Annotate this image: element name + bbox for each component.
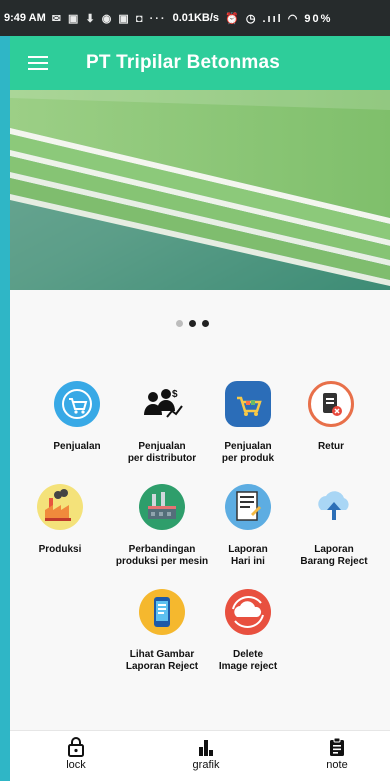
status-time: 9:49 AM bbox=[4, 12, 46, 24]
carousel-dot-3[interactable] bbox=[202, 320, 209, 327]
left-edge-strip bbox=[0, 0, 10, 781]
status-right-icons: ⏰ ◷ .ııl ◠ 90% bbox=[225, 12, 333, 25]
menu-label: Penjualan per distributor bbox=[127, 441, 197, 464]
menu-perbandingan-produksi[interactable]: Perbandingan produksi per mesin bbox=[112, 484, 212, 568]
carousel-dot-2[interactable] bbox=[189, 320, 196, 327]
menu-label: Retur bbox=[317, 441, 345, 452]
machine-factory-icon bbox=[139, 484, 185, 530]
menu-produksi[interactable]: Produksi bbox=[10, 484, 110, 556]
shopping-cart-icon bbox=[54, 381, 100, 427]
report-document-icon bbox=[225, 484, 271, 530]
bar-chart-icon bbox=[199, 740, 213, 756]
nav-grafik[interactable]: grafik bbox=[166, 731, 246, 781]
menu-label: Lihat Gambar Laporan Reject bbox=[125, 649, 199, 672]
clipboard-icon bbox=[330, 737, 344, 756]
lock-icon bbox=[68, 737, 84, 757]
nav-label-note: note bbox=[326, 759, 348, 771]
product-cart-icon bbox=[225, 381, 271, 427]
svg-text:$: $ bbox=[172, 389, 178, 400]
menu-delete-image-reject[interactable]: Delete Image reject bbox=[198, 589, 298, 673]
gypsum-boards-illustration bbox=[10, 90, 390, 290]
menu-label: Perbandingan produksi per mesin bbox=[115, 544, 209, 567]
return-receipt-icon bbox=[308, 381, 354, 427]
phone-report-icon bbox=[139, 589, 185, 635]
distributor-sales-icon: $ bbox=[139, 381, 185, 427]
menu-label: Laporan Hari ini bbox=[228, 544, 268, 567]
carousel-dot-1[interactable] bbox=[176, 320, 183, 327]
nav-lock[interactable]: lock bbox=[36, 731, 116, 781]
nav-note[interactable]: note bbox=[297, 731, 377, 781]
factory-icon bbox=[37, 484, 83, 530]
network-speed: 0.01KB/s bbox=[172, 12, 220, 24]
menu-penjualan-distributor[interactable]: $ Penjualan per distributor bbox=[112, 381, 212, 465]
menu-retur[interactable]: Retur bbox=[281, 381, 381, 453]
menu-label: Delete Image reject bbox=[218, 649, 278, 672]
cloud-sync-icon bbox=[225, 589, 271, 635]
banner-image[interactable] bbox=[10, 90, 390, 290]
menu-laporan-barang-reject[interactable]: Laporan Barang Reject bbox=[284, 484, 384, 568]
menu-icon[interactable] bbox=[28, 55, 48, 71]
menu-lihat-gambar-laporan-reject[interactable]: Lihat Gambar Laporan Reject bbox=[112, 589, 212, 673]
nav-label-grafik: grafik bbox=[192, 759, 220, 771]
app-bar: PT Tripilar Betonmas bbox=[10, 36, 390, 90]
nav-label-lock: lock bbox=[66, 759, 86, 771]
cloud-upload-icon bbox=[311, 484, 357, 530]
menu-label: Laporan Barang Reject bbox=[300, 544, 368, 567]
menu-laporan-hari-ini[interactable]: Laporan Hari ini bbox=[198, 484, 298, 568]
notification-icons: ✉ ▣ ⬇ ◉ ▣ ◘ ··· bbox=[51, 12, 167, 25]
carousel-indicator bbox=[176, 320, 209, 327]
bottom-navigation: lock grafik note bbox=[10, 730, 390, 781]
menu-label: Produksi bbox=[38, 544, 82, 555]
status-bar: 9:49 AM ✉ ▣ ⬇ ◉ ▣ ◘ ··· 0.01KB/s ⏰ ◷ .ıı… bbox=[0, 0, 390, 36]
app-title: PT Tripilar Betonmas bbox=[86, 52, 281, 73]
